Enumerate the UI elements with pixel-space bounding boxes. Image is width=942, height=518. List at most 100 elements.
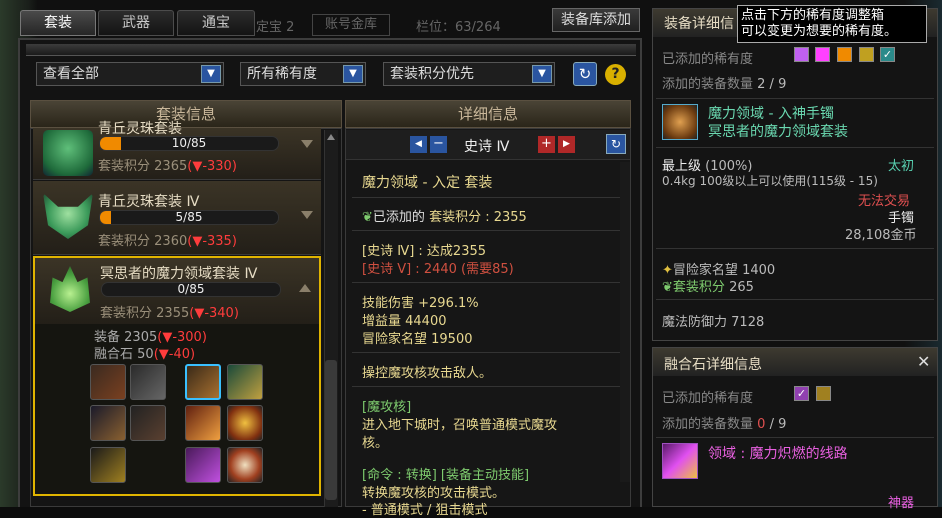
tab-treasure[interactable]: 通宝 xyxy=(177,10,255,36)
minus-tier-button[interactable]: − xyxy=(430,136,447,153)
scroll-thumb[interactable] xyxy=(325,360,337,500)
rarity-filter-dropdown[interactable]: 所有稀有度 ▼ xyxy=(240,62,366,86)
fusion-rarity-checkbox-epic[interactable] xyxy=(816,386,831,401)
bg-slot-count: 栏位：63/264 xyxy=(416,20,501,35)
mdef-line: 魔法防御力 7128 xyxy=(662,315,765,330)
chevron-down-icon: ▼ xyxy=(201,65,221,83)
fusion-panel-title: 融合石详细信息 xyxy=(664,357,762,373)
refresh-button[interactable]: ↻ xyxy=(573,62,597,86)
bg-tab-account-vault: 账号金库 xyxy=(312,14,390,36)
set-name: 青丘灵珠套装 xyxy=(98,121,182,137)
item-weight-level: 0.4kg 100级以上可以使用(115级 - 15) xyxy=(662,174,878,188)
equipment-slot[interactable] xyxy=(130,364,166,400)
equip-panel-title: 装备详细信 xyxy=(664,16,734,32)
equipment-slot[interactable] xyxy=(227,447,263,483)
book-icon xyxy=(43,130,93,176)
rarity-checkbox-epic[interactable] xyxy=(859,47,874,62)
set-name: 青丘灵珠套装 Ⅳ xyxy=(98,194,200,210)
rarity-checkbox-legendary[interactable] xyxy=(837,47,852,62)
sub-desc: 进入地下城时，召唤普通模式魔攻 xyxy=(362,418,558,433)
rarity-checkbox-unique[interactable] xyxy=(815,47,830,62)
set-row[interactable]: 冥思者的魔力领域套装 Ⅳ 0/85 套装积分 2355(▼-340) xyxy=(35,258,319,324)
leaf-icon: ❦ xyxy=(662,280,673,295)
rarity-checkbox-rare[interactable] xyxy=(794,47,809,62)
set-score: 套装积分 2360(▼-335) xyxy=(98,234,237,249)
equipment-slot[interactable] xyxy=(90,405,126,441)
rarity-checkbox-primeval[interactable]: ✓ xyxy=(880,47,895,62)
fusion-rarity-checkbox-unique[interactable]: ✓ xyxy=(794,386,809,401)
detail-header: 详细信息 xyxy=(345,100,631,128)
rarity-label: 已添加的稀有度 xyxy=(662,52,754,67)
sort-dropdown[interactable]: 套装积分优先 ▼ xyxy=(383,62,555,86)
check-icon: ✓ xyxy=(882,48,893,61)
stat-line: 增益量 44400 xyxy=(362,314,447,329)
detail-desc: 操控魔攻核攻击敌人。 xyxy=(362,366,493,381)
equipment-slot[interactable] xyxy=(130,405,166,441)
sub-title: [魔攻核] xyxy=(362,400,412,415)
set-progress-bar: 10/85 xyxy=(99,136,279,151)
equipment-slot-selected[interactable] xyxy=(185,364,221,400)
item-rarity: 太初 xyxy=(888,159,915,174)
cmd-more: - 普通模式 / 狙击模式 xyxy=(362,503,488,518)
chevron-up-icon[interactable] xyxy=(327,134,335,140)
add-to-equipment-storage-button[interactable]: 装备库添加 xyxy=(552,8,640,32)
set-progress-bar: 0/85 xyxy=(101,282,281,297)
bg-tab-treasure-2: 定宝 2 xyxy=(256,20,295,35)
item-name: 魔力领域 - 入神手镯 xyxy=(708,106,834,122)
equipment-slot[interactable] xyxy=(185,405,221,441)
view-filter-dropdown[interactable]: 查看全部 ▼ xyxy=(36,62,224,86)
count-line: 添加的装备数量 2 / 9 xyxy=(662,77,787,92)
fusion-stone-icon xyxy=(662,443,698,479)
set-info-header: 套装信息 xyxy=(30,100,342,128)
stat-line: 技能伤害 +296.1% xyxy=(362,296,479,311)
tab-weapon[interactable]: 武器 xyxy=(98,10,174,36)
chevron-down-icon[interactable] xyxy=(301,140,313,148)
item-price: 28,108金币 xyxy=(845,228,917,243)
equipment-slot[interactable] xyxy=(227,364,263,400)
stat-line: 冒险家名望 19500 xyxy=(362,332,473,347)
fusion-item-name: 领域 : 魔力炽燃的线路 xyxy=(708,446,848,462)
equipment-slot[interactable] xyxy=(90,447,126,483)
equipment-slot[interactable] xyxy=(227,405,263,441)
set-row[interactable]: 青丘灵珠套装 10/85 套装积分 2365(▼-330) xyxy=(33,121,321,180)
set-score: 套装积分 2365(▼-330) xyxy=(98,159,237,174)
detail-scrollbar[interactable] xyxy=(620,162,630,482)
epic-5-line: [史诗 Ⅴ] : 2440 (需要85) xyxy=(362,262,514,277)
help-button[interactable]: ? xyxy=(605,64,626,85)
fox-icon xyxy=(43,193,93,239)
chevron-up-icon[interactable] xyxy=(299,284,311,292)
plus-tier-button[interactable]: + xyxy=(538,136,555,153)
detail-title: 魔力领域 - 入定 套装 xyxy=(362,175,493,191)
refresh-icon: ↻ xyxy=(610,137,622,151)
fusion-item-grade: 神器 xyxy=(888,496,915,511)
chevron-down-icon[interactable] xyxy=(301,211,313,219)
rarity-filter-value: 所有稀有度 xyxy=(247,66,317,82)
sub-desc: 核。 xyxy=(362,436,389,451)
bracelet-icon xyxy=(662,104,698,140)
leaf-icon: ❦ xyxy=(362,210,373,225)
close-icon[interactable]: ✕ xyxy=(917,352,930,371)
epic-4-line: [史诗 Ⅳ] : 达成2355 xyxy=(362,244,487,259)
prev-tier-button[interactable]: ◀ xyxy=(410,136,427,153)
next-tier-button[interactable]: ▶ xyxy=(558,136,575,153)
flame-icon xyxy=(50,266,90,312)
chevron-down-icon: ▼ xyxy=(343,65,363,83)
set-row[interactable]: 青丘灵珠套装 Ⅳ 5/85 套装积分 2360(▼-335) xyxy=(33,181,321,255)
sort-value: 套装积分优先 xyxy=(390,66,474,82)
arrow-left-icon: ◀ xyxy=(415,139,422,149)
item-set-name: 冥思者的魔力领域套装 xyxy=(708,124,848,140)
rarity-tooltip: 点击下方的稀有度调整箱 可以变更为想要的稀有度。 xyxy=(737,5,927,43)
equipment-slot[interactable] xyxy=(90,364,126,400)
detail-refresh-button[interactable]: ↻ xyxy=(606,134,626,154)
set-score: 套装积分 2355(▼-340) xyxy=(100,306,239,321)
tab-set[interactable]: 套装 xyxy=(20,10,96,36)
detail-added-score: ❦已添加的 套装积分 : 2355 xyxy=(362,210,527,225)
set-name: 冥思者的魔力领域套装 Ⅳ xyxy=(100,266,258,282)
check-icon: ✓ xyxy=(796,387,807,400)
fusion-rarity-label: 已添加的稀有度 xyxy=(662,391,754,406)
equipment-slot[interactable] xyxy=(185,447,221,483)
chevron-down-icon: ▼ xyxy=(532,65,552,83)
set-score-line: ❦套装积分 265 xyxy=(662,280,754,295)
refresh-icon: ↻ xyxy=(578,65,592,83)
cmd-title: [命令 : 转换] [装备主动技能] xyxy=(362,468,530,483)
